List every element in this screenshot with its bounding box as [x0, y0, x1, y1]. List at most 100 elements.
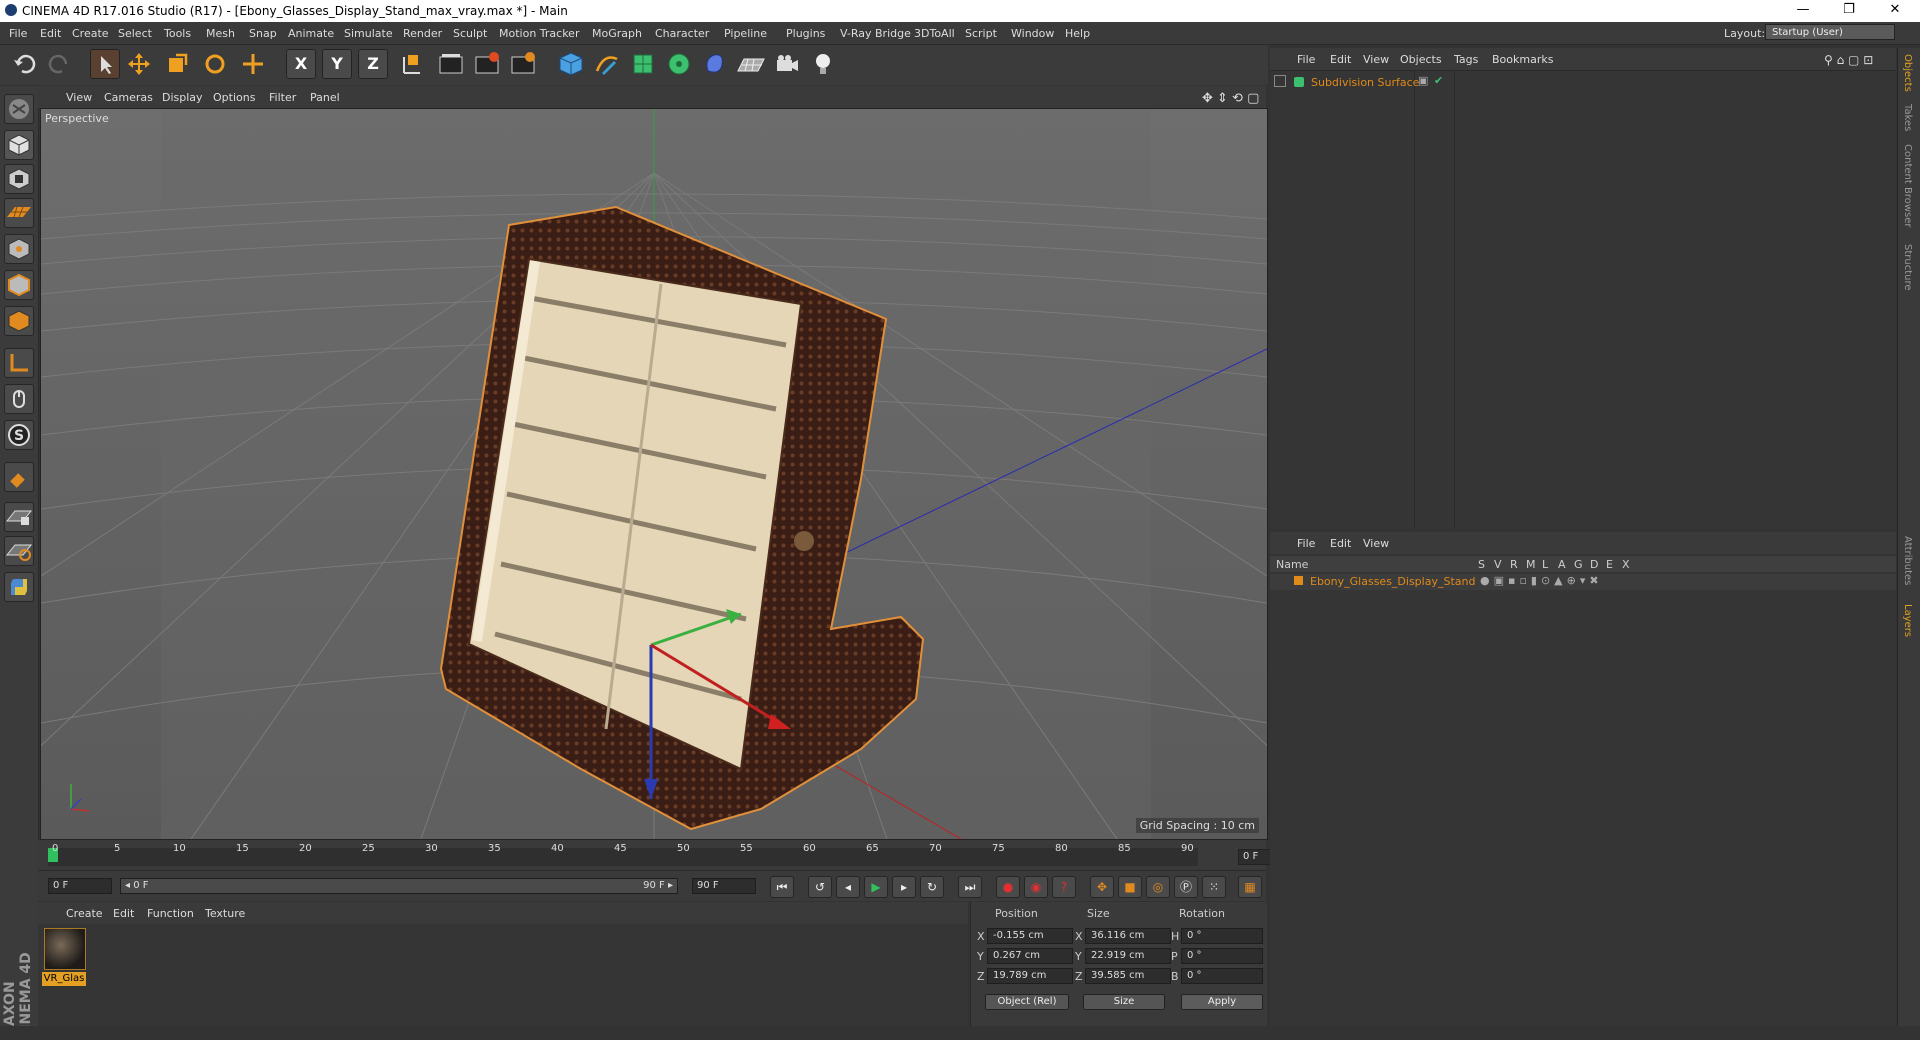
workplane-mode-icon[interactable] [4, 198, 34, 228]
viewport-nav-icons[interactable]: ✥ ⇕ ⟲ ▢ [1202, 91, 1259, 106]
material-menu-texture[interactable]: Texture [205, 907, 245, 920]
rot-b-field[interactable]: 0 ° [1181, 968, 1263, 984]
viewport-menu-view[interactable]: View [66, 91, 92, 104]
perspective-viewport[interactable]: Perspective Grid Spacing : 10 cm [40, 108, 1268, 840]
goto-start-icon[interactable]: ⏮ [770, 876, 794, 898]
floor-icon[interactable] [736, 49, 766, 79]
object-menu-tags[interactable]: Tags [1454, 53, 1478, 66]
size-y-field[interactable]: 22.919 cm [1085, 948, 1171, 964]
tweak-mode-icon[interactable] [4, 384, 34, 414]
camera-icon[interactable] [772, 49, 802, 79]
minimize-button[interactable]: — [1780, 0, 1826, 22]
axis-mode-icon[interactable] [4, 348, 34, 378]
key-pla-icon[interactable]: ⁙ [1202, 876, 1226, 898]
object-menu-objects[interactable]: Objects [1400, 53, 1442, 66]
object-name[interactable]: Subdivision Surface [1311, 76, 1419, 89]
scale-tool-icon[interactable] [162, 49, 192, 79]
material-menu-edit[interactable]: Edit [113, 907, 134, 920]
prev-frame-icon[interactable]: ◂ [836, 876, 860, 898]
tab-layers[interactable]: Layers [1902, 604, 1913, 637]
autokey-icon[interactable]: ◉ [1024, 876, 1048, 898]
menu-mesh[interactable]: Mesh [206, 27, 235, 40]
magnet-icon[interactable] [4, 462, 34, 492]
menu-help[interactable]: Help [1065, 27, 1090, 40]
cloner-icon[interactable] [664, 49, 694, 79]
menu-window[interactable]: Window [1011, 27, 1054, 40]
tab-structure[interactable]: Structure [1902, 244, 1913, 291]
menu-sculpt[interactable]: Sculpt [453, 27, 487, 40]
solo-mode-icon[interactable]: S [4, 420, 34, 450]
goto-end-icon[interactable]: ⏭ [958, 876, 982, 898]
menu-motion-tracker[interactable]: Motion Tracker [499, 27, 579, 40]
menu-render[interactable]: Render [403, 27, 442, 40]
last-tool-icon[interactable] [238, 49, 268, 79]
redo-icon[interactable] [44, 49, 74, 79]
apply-button[interactable]: Apply [1181, 994, 1263, 1010]
keyframe-selection-icon[interactable]: ? [1052, 876, 1076, 898]
layer-menu-view[interactable]: View [1363, 537, 1389, 550]
model-mode-icon[interactable] [4, 130, 34, 160]
pos-z-field[interactable]: 19.789 cm [987, 968, 1073, 984]
menu-mograph[interactable]: MoGraph [592, 27, 642, 40]
menu-create[interactable]: Create [72, 27, 109, 40]
key-position-icon[interactable]: ✥ [1090, 876, 1114, 898]
y-axis-lock-button[interactable]: Y [322, 49, 352, 79]
pen-spline-icon[interactable] [592, 49, 622, 79]
viewport-menu-options[interactable]: Options [213, 91, 255, 104]
menu-3dtoall[interactable]: 3DToAll [914, 27, 955, 40]
menu-plugins[interactable]: Plugins [786, 27, 825, 40]
viewport-menu-cameras[interactable]: Cameras [104, 91, 153, 104]
record-keys-icon[interactable]: ● [996, 876, 1020, 898]
texture-mode-icon[interactable] [4, 164, 34, 194]
cube-object-icon[interactable] [556, 49, 586, 79]
visibility-toggle-icon[interactable]: ▣ [1418, 74, 1428, 87]
object-menu-bookmarks[interactable]: Bookmarks [1492, 53, 1553, 66]
timeline-ruler[interactable]: 0 5 10 15 20 25 30 35 40 45 50 55 60 65 … [38, 840, 1302, 870]
max-frame-input[interactable]: 90 F [692, 878, 756, 894]
menu-file[interactable]: File [9, 27, 27, 40]
goto-next-key-icon[interactable]: ↻ [920, 876, 944, 898]
size-mode-select[interactable]: Size [1083, 994, 1165, 1010]
menu-character[interactable]: Character [655, 27, 709, 40]
key-rotation-icon[interactable]: ◎ [1146, 876, 1170, 898]
rot-p-field[interactable]: 0 ° [1181, 948, 1263, 964]
move-tool-icon[interactable] [124, 49, 154, 79]
size-x-field[interactable]: 36.116 cm [1085, 928, 1171, 944]
layer-menu-file[interactable]: File [1297, 537, 1315, 550]
menu-animate[interactable]: Animate [288, 27, 334, 40]
material-name[interactable]: VR_Glas [42, 972, 86, 986]
menu-tools[interactable]: Tools [164, 27, 191, 40]
live-selection-icon[interactable] [90, 49, 120, 79]
menu-edit[interactable]: Edit [40, 27, 61, 40]
viewport-menu-panel[interactable]: Panel [310, 91, 340, 104]
layer-menu-edit[interactable]: Edit [1330, 537, 1351, 550]
layer-row[interactable]: Ebony_Glasses_Display_Stand ●▣▪▫▮⊙▲⊕▾✖ [1270, 574, 1896, 590]
menu-select[interactable]: Select [118, 27, 152, 40]
current-frame-input[interactable]: 0 F [48, 878, 112, 894]
object-search-icon[interactable]: ⚲ ⌂ ▢ ⊡ [1824, 53, 1873, 67]
material-menu-create[interactable]: Create [66, 907, 103, 920]
layout-select[interactable]: Startup (User) [1765, 24, 1895, 40]
timeline-window-icon[interactable]: ▦ [1238, 876, 1262, 898]
object-menu-view[interactable]: View [1363, 53, 1389, 66]
layer-toggles-icon[interactable]: ●▣▪▫▮⊙▲⊕▾✖ [1480, 574, 1603, 587]
menu-simulate[interactable]: Simulate [344, 27, 393, 40]
enabled-check-icon[interactable]: ✔ [1434, 74, 1443, 87]
python-icon[interactable] [4, 572, 34, 602]
tab-attributes[interactable]: Attributes [1902, 536, 1913, 585]
rotate-tool-icon[interactable] [200, 49, 230, 79]
subdivision-surface-icon[interactable] [628, 49, 658, 79]
menu-script[interactable]: Script [965, 27, 997, 40]
object-row[interactable]: Subdivision Surface [1274, 75, 1419, 91]
tab-content-browser[interactable]: Content Browser [1902, 144, 1913, 227]
edges-mode-icon[interactable] [4, 270, 34, 300]
workplane-lock-icon[interactable] [4, 536, 34, 566]
x-axis-lock-button[interactable]: X [286, 49, 316, 79]
key-parameter-icon[interactable]: Ⓟ [1174, 876, 1198, 898]
layer-color-swatch[interactable] [1294, 576, 1303, 585]
render-settings-icon[interactable] [508, 49, 538, 79]
z-axis-lock-button[interactable]: Z [358, 49, 388, 79]
close-button[interactable]: ✕ [1872, 0, 1918, 22]
points-mode-icon[interactable] [4, 234, 34, 264]
material-thumbnail[interactable] [44, 928, 86, 970]
